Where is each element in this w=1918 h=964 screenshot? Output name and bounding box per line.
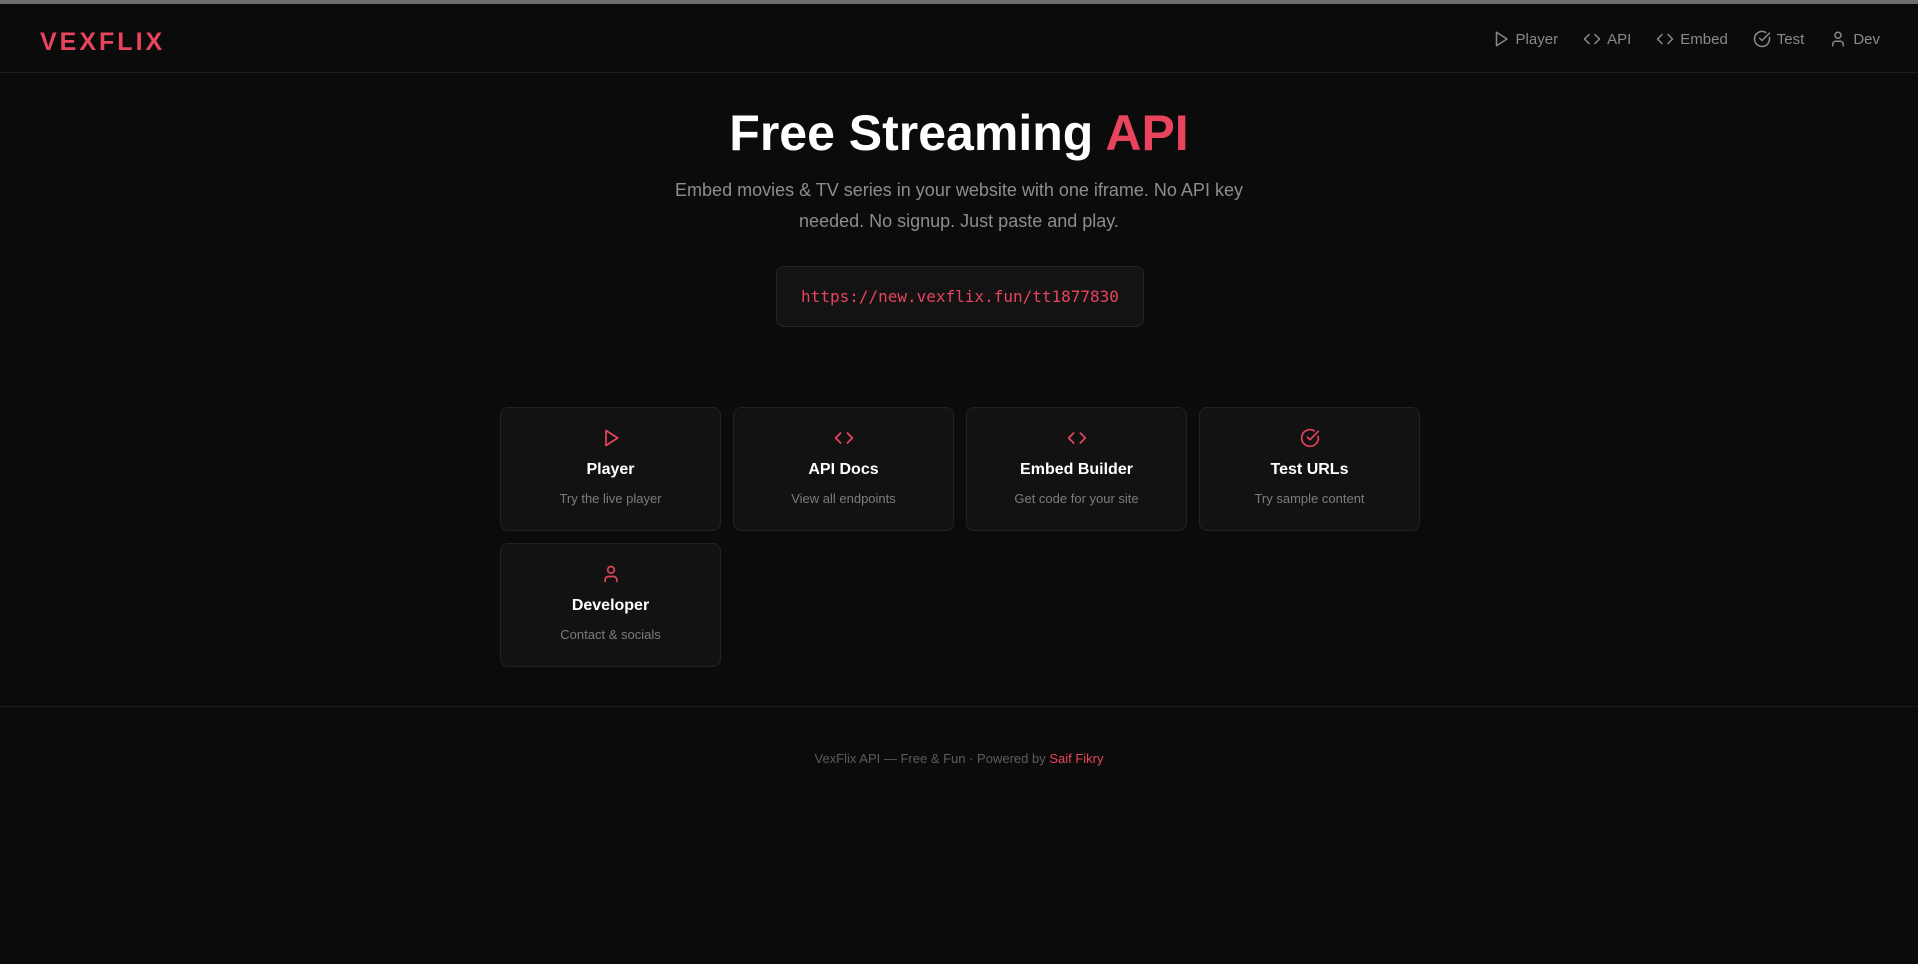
card-embed-builder[interactable]: Embed Builder Get code for your site (966, 407, 1187, 531)
example-url-box[interactable]: https://new.vexflix.fun/tt1877830 (776, 266, 1144, 327)
card-player[interactable]: Player Try the live player (500, 407, 721, 531)
card-title: Embed Builder (1020, 461, 1133, 478)
footer: VexFlix API — Free & Fun · Powered by Sa… (0, 706, 1918, 964)
title-accent: API (1105, 105, 1189, 161)
nav-item-label: Embed (1680, 30, 1728, 48)
nav-item-test[interactable]: Test (1753, 28, 1805, 50)
card-description: View all endpoints (791, 491, 896, 506)
nav-item-dev[interactable]: Dev (1829, 28, 1880, 50)
nav-item-label: Dev (1853, 30, 1880, 48)
logo[interactable]: VEXFLIX (40, 28, 165, 57)
footer-text: VexFlix API — Free & Fun · Powered by Sa… (0, 751, 1918, 766)
card-title: Test URLs (1270, 461, 1349, 478)
nav-item-label: Test (1776, 30, 1805, 48)
card-api-docs[interactable]: API Docs View all endpoints (733, 407, 954, 531)
title-main: Free Streaming (729, 105, 1106, 161)
card-title: API Docs (808, 461, 879, 478)
check-circle-icon (1753, 30, 1771, 48)
nav-item-api[interactable]: API (1583, 28, 1631, 50)
card-title: Player (586, 461, 635, 478)
play-icon (1495, 31, 1508, 47)
nav-item-label: API (1607, 30, 1632, 48)
user-icon (604, 565, 618, 583)
card-developer[interactable]: Developer Contact & socials (500, 543, 721, 667)
footer-author-link[interactable]: Saif Fikry (1049, 751, 1103, 766)
hero-subtitle: Embed movies & TV series in your website… (675, 180, 1243, 231)
nav-item-label: Player (1515, 30, 1559, 48)
check-circle-icon (1300, 428, 1320, 448)
main-nav: Player API Embed Test Dev (1467, 28, 1880, 50)
play-icon (605, 429, 619, 447)
nav-item-player[interactable]: Player (1492, 28, 1559, 50)
user-icon (1832, 31, 1845, 47)
card-description: Get code for your site (1014, 491, 1139, 506)
footer-credit: VexFlix API — Free & Fun · Powered by (814, 751, 1050, 766)
top-nav-bar: VEXFLIX Player API Embed Test Dev (0, 4, 1918, 73)
card-description: Try sample content (1254, 491, 1365, 506)
card-description: Contact & socials (560, 627, 661, 642)
code-icon (1067, 432, 1087, 444)
card-test-urls[interactable]: Test URLs Try sample content (1199, 407, 1420, 531)
page-title: Free Streaming API (0, 104, 1918, 162)
card-title: Developer (571, 597, 650, 614)
code-icon (1583, 33, 1601, 45)
example-url: https://new.vexflix.fun/tt1877830 (801, 287, 1119, 306)
nav-item-embed[interactable]: Embed (1656, 28, 1728, 50)
code-icon (834, 432, 854, 444)
card-description: Try the live player (559, 491, 662, 506)
code-icon (1657, 33, 1674, 45)
